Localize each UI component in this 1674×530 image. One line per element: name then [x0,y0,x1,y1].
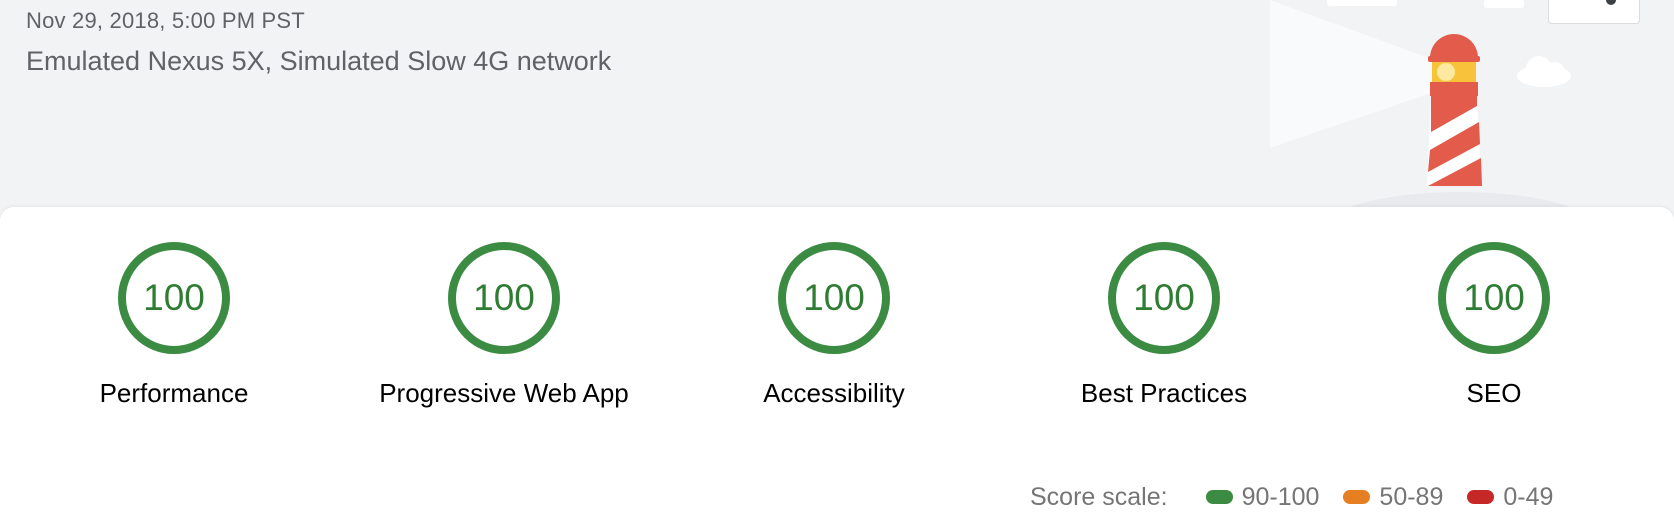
scale-item-fail: 0-49 [1467,483,1553,512]
category-gauges: 100 Performance 100 Progressive Web App [0,240,1674,410]
scale-item-pass: 90-100 [1205,482,1320,512]
lighthouse-illustration [1270,0,1577,210]
score-ring: 100 [1436,240,1552,356]
gauge-seo[interactable]: 100 SEO [1334,240,1654,410]
category-label: Progressive Web App [379,378,629,408]
report-header: Nov 29, 2018, 5:00 PM PST Emulated Nexus… [0,0,1674,210]
lighthouse-tower-icon [1427,34,1482,186]
scale-range: 50-89 [1379,482,1444,511]
gauge-best-practices[interactable]: 100 Best Practices [1004,240,1324,410]
scale-range: 0-49 [1503,482,1554,511]
score-value: 100 [143,277,205,318]
category-label: Performance [99,378,249,408]
score-value: 100 [803,277,865,318]
score-value: 100 [473,277,535,318]
score-value: 100 [1463,277,1525,318]
gauge-performance[interactable]: 100 Performance [14,240,334,410]
category-label: Best Practices [1080,378,1248,408]
score-ring: 100 [1106,240,1222,356]
pass-color-swatch [1205,490,1233,504]
score-ring: 100 [116,240,232,356]
average-color-swatch [1343,490,1371,504]
category-label: Accessibility [763,378,905,408]
light-beam-shape [1270,0,1440,148]
report-timestamp: Nov 29, 2018, 5:00 PM PST [26,8,305,33]
category-label: SEO [1466,378,1522,408]
scale-range: 90-100 [1241,482,1320,511]
score-scale-label: Score scale: [1030,482,1168,511]
score-scale-legend: Score scale: 90-100 50-89 0-49 [1030,480,1553,514]
emulation-info: Emulated Nexus 5X, Simulated Slow 4G net… [26,46,612,76]
scale-item-average: 50-89 [1343,483,1443,512]
report-root: Nov 29, 2018, 5:00 PM PST Emulated Nexus… [0,0,1674,530]
score-value: 100 [1133,277,1195,318]
cloud-icon [1517,56,1571,87]
fail-color-swatch [1467,490,1495,504]
gauge-pwa[interactable]: 100 Progressive Web App [344,240,664,410]
gauge-accessibility[interactable]: 100 Accessibility [674,240,994,410]
score-ring: 100 [776,240,892,356]
score-ring: 100 [446,240,562,356]
